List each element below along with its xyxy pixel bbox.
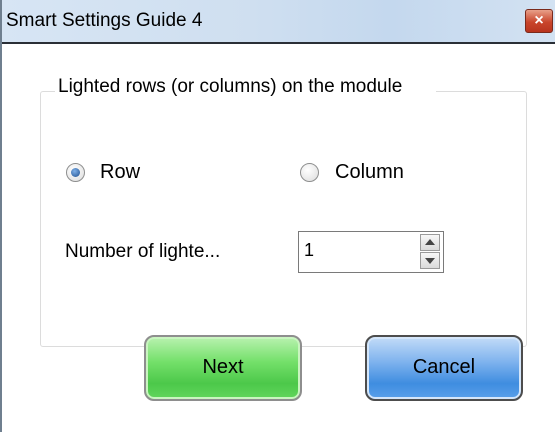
lighted-count-stepper[interactable]: [298, 231, 444, 273]
radio-column-label[interactable]: Column: [335, 161, 404, 184]
spin-down-icon: [425, 258, 435, 264]
smart-settings-dialog: Smart Settings Guide 4 × Lighted rows (o…: [0, 0, 555, 432]
spin-up-icon: [425, 239, 435, 245]
close-button[interactable]: ×: [525, 9, 553, 33]
radio-selected-dot: [71, 168, 80, 177]
title-bar[interactable]: Smart Settings Guide 4 ×: [2, 0, 555, 44]
radio-row[interactable]: [66, 163, 85, 182]
stepper-down-button[interactable]: [420, 252, 440, 269]
lighted-count-input[interactable]: [304, 237, 414, 263]
stepper-up-button[interactable]: [420, 234, 440, 251]
radio-column[interactable]: [300, 163, 319, 182]
lighted-count-label: Number of lighte...: [65, 241, 221, 262]
window-title: Smart Settings Guide 4: [6, 10, 203, 31]
lighted-rows-groupbox: [40, 91, 527, 347]
close-icon: ×: [534, 12, 544, 29]
groupbox-caption: Lighted rows (or columns) on the module: [55, 75, 436, 99]
radio-row-label[interactable]: Row: [100, 161, 140, 184]
next-button[interactable]: Next: [144, 335, 302, 401]
cancel-button[interactable]: Cancel: [365, 335, 523, 401]
